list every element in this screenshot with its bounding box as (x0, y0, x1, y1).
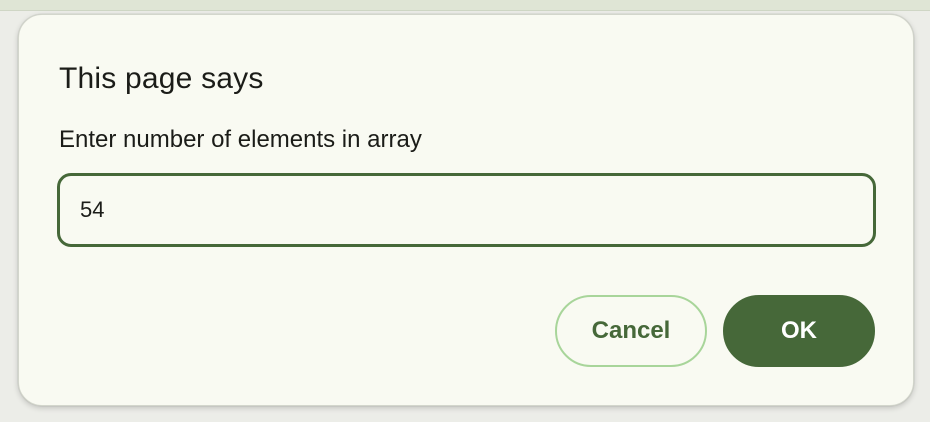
dialog-message: Enter number of elements in array (59, 126, 422, 153)
browser-top-strip (0, 0, 930, 11)
prompt-dialog: This page says Enter number of elements … (18, 14, 914, 406)
ok-button[interactable]: OK (723, 295, 875, 367)
dialog-title: This page says (59, 62, 264, 95)
cancel-button[interactable]: Cancel (555, 295, 707, 367)
prompt-input[interactable] (57, 173, 876, 247)
